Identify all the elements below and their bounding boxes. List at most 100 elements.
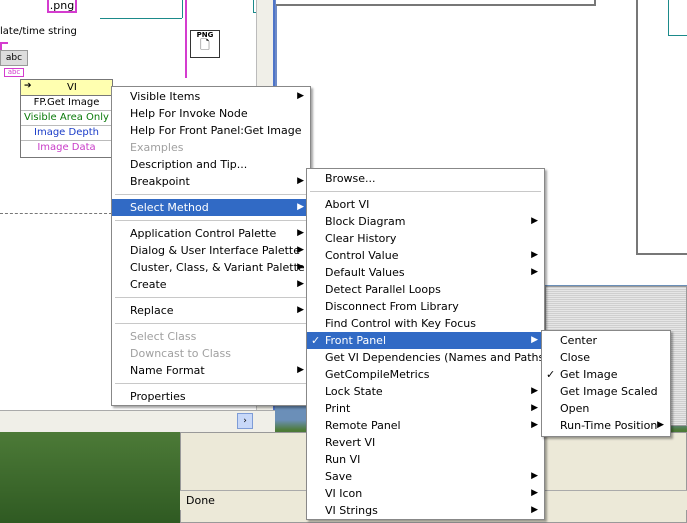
menu-item-application-control-palette[interactable]: Application Control Palette ▶	[112, 225, 310, 242]
menu-item-label: Application Control Palette	[130, 227, 277, 240]
submenu-arrow-icon: ▶	[297, 176, 304, 186]
menu-item-label: Front Panel	[325, 334, 386, 347]
menu-item-name-format[interactable]: Name Format ▶	[112, 362, 310, 379]
menu-item-properties[interactable]: Properties	[112, 388, 310, 405]
front-panel-item-run-time-position[interactable]: Run-Time Position ▶	[542, 417, 670, 434]
submenu-arrow-icon: ▶	[297, 279, 304, 289]
menu-item-label: Detect Parallel Loops	[325, 283, 441, 296]
menu-item-create[interactable]: Create ▶	[112, 276, 310, 293]
menu-item-label: Properties	[130, 390, 186, 403]
method-item-getcompilemetrics[interactable]: GetCompileMetrics	[307, 366, 544, 383]
method-item-save[interactable]: Save ▶	[307, 468, 544, 485]
teal-wire	[668, 0, 669, 35]
method-item-print[interactable]: Print ▶	[307, 400, 544, 417]
method-item-default-values[interactable]: Default Values ▶	[307, 264, 544, 281]
date-time-label: late/time string	[0, 26, 77, 37]
invoke-param-image-depth[interactable]: Image Depth	[21, 126, 112, 141]
method-item-remote-panel[interactable]: Remote Panel ▶	[307, 417, 544, 434]
menu-item-label: Visible Items	[130, 90, 201, 103]
method-item-revert-vi[interactable]: Revert VI	[307, 434, 544, 451]
invoke-node-header: ➔ VI	[21, 80, 112, 96]
menu-item-replace[interactable]: Replace ▶	[112, 302, 310, 319]
menu-item-select-method[interactable]: Select Method ▶	[112, 199, 310, 216]
method-item-disconnect-from-library[interactable]: Disconnect From Library	[307, 298, 544, 315]
reference-icon: ➔	[24, 81, 32, 91]
method-item-abort-vi[interactable]: Abort VI	[307, 196, 544, 213]
menu-item-label: Default Values	[325, 266, 405, 279]
file-icon: 🗋	[200, 38, 210, 52]
teal-wire	[253, 0, 254, 12]
menu-item-label: Abort VI	[325, 198, 370, 211]
menu-separator	[115, 194, 307, 195]
method-item-lock-state[interactable]: Lock State ▶	[307, 383, 544, 400]
menu-item-label: Run VI	[325, 453, 361, 466]
front-panel-item-get-image-scaled[interactable]: Get Image Scaled	[542, 383, 670, 400]
method-item-block-diagram[interactable]: Block Diagram ▶	[307, 213, 544, 230]
write-png-node[interactable]: PNG 🗋	[190, 30, 220, 58]
submenu-arrow-icon: ▶	[531, 505, 538, 515]
submenu-arrow-icon: ▶	[297, 228, 304, 238]
menu-item-label: Downcast to Class	[130, 347, 231, 360]
front-panel-item-get-image[interactable]: ✓ Get Image	[542, 366, 670, 383]
menu-item-label: Description and Tip...	[130, 158, 248, 171]
menu-item-label: Find Control with Key Focus	[325, 317, 476, 330]
menu-item-label: Revert VI	[325, 436, 376, 449]
submenu-arrow-icon: ▶	[297, 245, 304, 255]
menu-separator	[115, 383, 307, 384]
menu-item-label: Get Image	[560, 368, 618, 381]
front-panel-item-center[interactable]: Center	[542, 332, 670, 349]
menu-item-description-and-tip[interactable]: Description and Tip...	[112, 156, 310, 173]
submenu-arrow-icon: ▶	[531, 420, 538, 430]
method-item-clear-history[interactable]: Clear History	[307, 230, 544, 247]
method-item-detect-parallel-loops[interactable]: Detect Parallel Loops	[307, 281, 544, 298]
invoke-param-image-data[interactable]: Image Data	[21, 141, 112, 156]
method-item-browse[interactable]: Browse...	[307, 170, 544, 187]
invoke-node[interactable]: ➔ VI FP.Get Image Visible Area Only Imag…	[20, 79, 113, 158]
invoke-param-visible-area[interactable]: Visible Area Only	[21, 111, 112, 126]
right-window-divider	[594, 0, 596, 6]
menu-item-label: VI Icon	[325, 487, 363, 500]
method-item-vi-icon[interactable]: VI Icon ▶	[307, 485, 544, 502]
teal-wire	[668, 35, 687, 36]
invoke-method-row[interactable]: FP.Get Image	[21, 96, 112, 111]
menu-item-label: Center	[560, 334, 598, 347]
method-item-get-vi-dependencies-names-and-paths[interactable]: Get VI Dependencies (Names and Paths)	[307, 349, 549, 366]
menu-item-label: Disconnect From Library	[325, 300, 459, 313]
menu-item-help-for-front-panel-get-image[interactable]: Help For Front Panel:Get Image	[112, 122, 310, 139]
method-item-run-vi[interactable]: Run VI	[307, 451, 544, 468]
scroll-right-button[interactable]: ›	[237, 413, 253, 429]
menu-item-label: Create	[130, 278, 167, 291]
menu-separator	[115, 297, 307, 298]
menu-item-cluster-class-variant-palette[interactable]: Cluster, Class, & Variant Palette ▶	[112, 259, 310, 276]
method-item-front-panel[interactable]: ✓ Front Panel ▶	[307, 332, 544, 349]
menu-item-breakpoint[interactable]: Breakpoint ▶	[112, 173, 310, 190]
menu-item-label: Block Diagram	[325, 215, 406, 228]
horizontal-scrollbar[interactable]	[0, 410, 275, 432]
submenu-arrow-icon: ▶	[531, 471, 538, 481]
method-item-vi-strings[interactable]: VI Strings ▶	[307, 502, 544, 519]
front-panel-item-close[interactable]: Close	[542, 349, 670, 366]
method-item-control-value[interactable]: Control Value ▶	[307, 247, 544, 264]
submenu-arrow-icon: ▶	[531, 216, 538, 226]
menu-item-label: Clear History	[325, 232, 397, 245]
menu-item-dialog-user-interface-palette[interactable]: Dialog & User Interface Palette ▶	[112, 242, 310, 259]
menu-item-label: Run-Time Position	[560, 419, 658, 432]
menu-item-label: Close	[560, 351, 590, 364]
menu-item-label: Name Format	[130, 364, 205, 377]
submenu-arrow-icon: ▶	[531, 488, 538, 498]
string-wire-indicator: abc	[4, 68, 24, 77]
front-panel-submenu: Center Close ✓ Get Image Get Image Scaled Ope…	[541, 330, 671, 437]
front-panel-item-open[interactable]: Open	[542, 400, 670, 417]
menu-item-label: Control Value	[325, 249, 399, 262]
submenu-arrow-icon: ▶	[531, 403, 538, 413]
teal-wire	[100, 18, 182, 19]
submenu-arrow-icon: ▶	[297, 262, 304, 272]
png-constant-label[interactable]: .png	[47, 0, 77, 13]
string-terminal[interactable]: abc	[0, 50, 28, 66]
menu-separator	[115, 220, 307, 221]
menu-item-visible-items[interactable]: Visible Items ▶	[112, 88, 310, 105]
menu-item-help-for-invoke-node[interactable]: Help For Invoke Node	[112, 105, 310, 122]
menu-item-label: Examples	[130, 141, 184, 154]
submenu-arrow-icon: ▶	[297, 202, 304, 212]
method-item-find-control-with-key-focus[interactable]: Find Control with Key Focus	[307, 315, 544, 332]
